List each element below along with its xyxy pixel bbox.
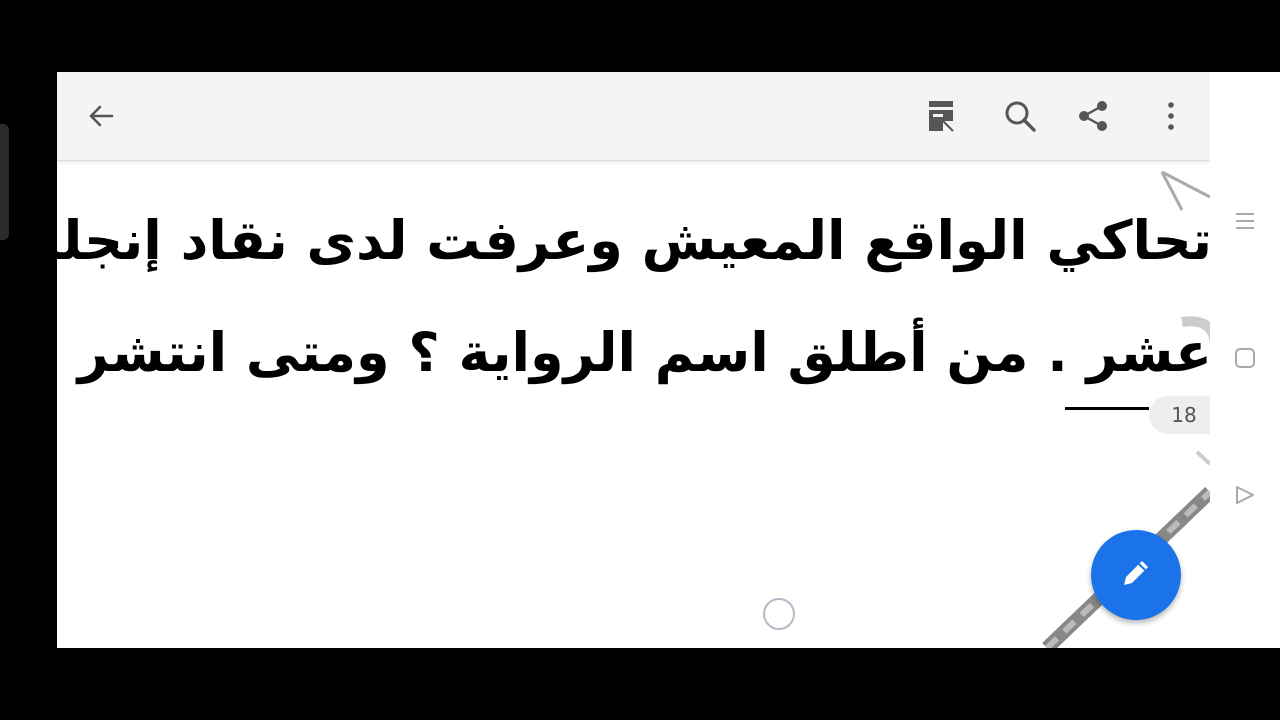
- pencil-icon: [1116, 553, 1156, 597]
- text-underline: [1065, 407, 1149, 410]
- touch-cursor-indicator: [763, 598, 795, 630]
- share-icon: [1076, 99, 1110, 133]
- back-nav-button[interactable]: [1230, 482, 1260, 512]
- back-button[interactable]: [79, 94, 123, 138]
- recent-apps-button[interactable]: [1230, 208, 1260, 238]
- more-vertical-icon: [1166, 101, 1176, 131]
- top-toolbar: [57, 72, 1210, 161]
- more-options-button[interactable]: [1149, 94, 1193, 138]
- page-layout-icon: [927, 99, 955, 133]
- page-layout-button[interactable]: [919, 94, 963, 138]
- arrow-back-icon: [85, 100, 117, 132]
- page-number-badge: 18: [1149, 396, 1210, 434]
- navigation-bar: [1210, 72, 1280, 648]
- document-page[interactable]: تحاكي الواقع المعيش وعرفت لدى نقاد إنجلت…: [57, 161, 1210, 648]
- edit-fab-button[interactable]: [1091, 530, 1181, 620]
- search-button[interactable]: [998, 94, 1042, 138]
- left-edge-handle: [0, 124, 9, 240]
- play-triangle-icon: [1234, 484, 1256, 510]
- share-button[interactable]: [1071, 94, 1115, 138]
- document-text-line-2: عشر . من أطلق اسم الرواية ؟ ومتى انتشر ا…: [57, 321, 1210, 384]
- search-icon: [1003, 99, 1037, 133]
- document-viewer: تحاكي الواقع المعيش وعرفت لدى نقاد إنجلت…: [57, 72, 1210, 648]
- document-text-line-1: تحاكي الواقع المعيش وعرفت لدى نقاد إنجلت…: [57, 209, 1210, 272]
- square-icon: [1234, 347, 1256, 373]
- home-button[interactable]: [1230, 345, 1260, 375]
- menu-lines-icon: [1234, 210, 1256, 236]
